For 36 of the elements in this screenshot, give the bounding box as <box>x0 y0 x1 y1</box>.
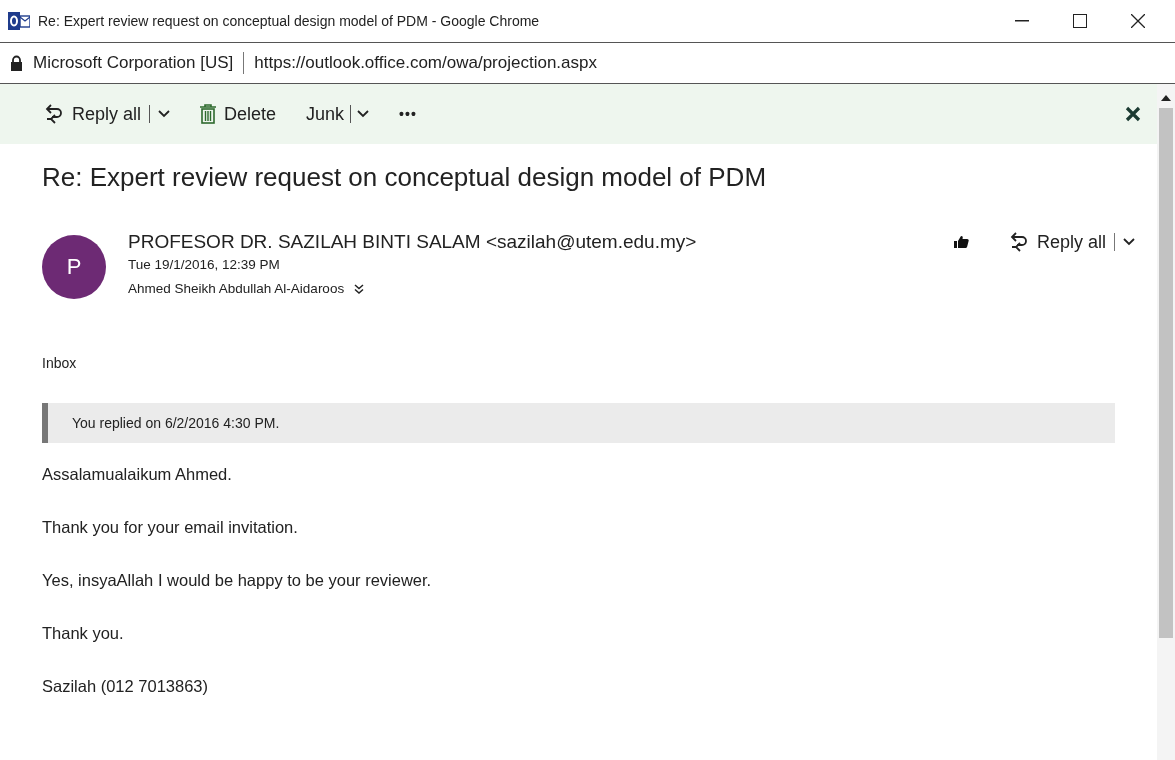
junk-button[interactable]: Junk <box>306 99 345 129</box>
trash-icon <box>200 104 217 124</box>
sender-name[interactable]: PROFESOR DR. SAZILAH BINTI SALAM <sazilah@utem.edu.my> <box>128 231 943 253</box>
body-paragraph: Thank you for your email invitation. <box>42 518 299 537</box>
reply-all-icon <box>44 103 64 125</box>
minimize-icon[interactable] <box>1015 20 1029 22</box>
reply-all-icon <box>1008 231 1029 253</box>
window-title: Re: Expert review request on conceptual design model of PDM - Google Chrome <box>38 13 541 29</box>
folder-label: Inbox <box>42 355 78 371</box>
dropdown-caret-icon[interactable] <box>1123 238 1135 246</box>
expand-icon[interactable] <box>354 283 365 294</box>
body-paragraph: Yes, insyaAllah I would be happy to be your reviewer. <box>42 571 433 590</box>
outlook-app-icon <box>8 12 30 30</box>
scroll-up-icon[interactable] <box>1161 94 1171 102</box>
url-text[interactable]: https://outlook.office.com/owa/projection.aspx <box>254 53 597 73</box>
dropdown-caret-icon[interactable] <box>158 110 171 118</box>
recipient-name[interactable]: Ahmed Sheikh Abdullah Al-Aidaroos <box>128 281 345 296</box>
reply-all-button[interactable]: Reply all <box>44 99 142 129</box>
reply-notice: You replied on 6/2/2016 4:30 PM. <box>42 403 1115 443</box>
message-subject: Re: Expert review request on conceptual design model of PDM <box>42 162 768 193</box>
close-icon[interactable] <box>1131 14 1145 28</box>
body-paragraph: Sazilah (012 7013863) <box>42 677 210 696</box>
maximize-icon[interactable] <box>1073 14 1087 28</box>
close-icon[interactable] <box>1125 106 1141 122</box>
more-button[interactable]: ••• <box>399 102 417 126</box>
reply-all-button[interactable]: Reply all <box>1008 231 1106 253</box>
delete-button[interactable]: Delete <box>200 99 277 129</box>
dropdown-caret-icon[interactable] <box>357 110 370 118</box>
body-paragraph: Assalamualaikum Ahmed. <box>42 465 233 484</box>
message-date: Tue 19/1/2016, 12:39 PM <box>128 257 281 272</box>
thumbs-up-icon[interactable] <box>952 235 969 249</box>
avatar: P <box>42 235 106 299</box>
body-paragraph: Thank you. <box>42 624 125 643</box>
lock-icon <box>10 55 23 71</box>
scrollbar-thumb[interactable] <box>1159 108 1173 638</box>
site-identity: Microsoft Corporation [US] <box>33 53 234 73</box>
